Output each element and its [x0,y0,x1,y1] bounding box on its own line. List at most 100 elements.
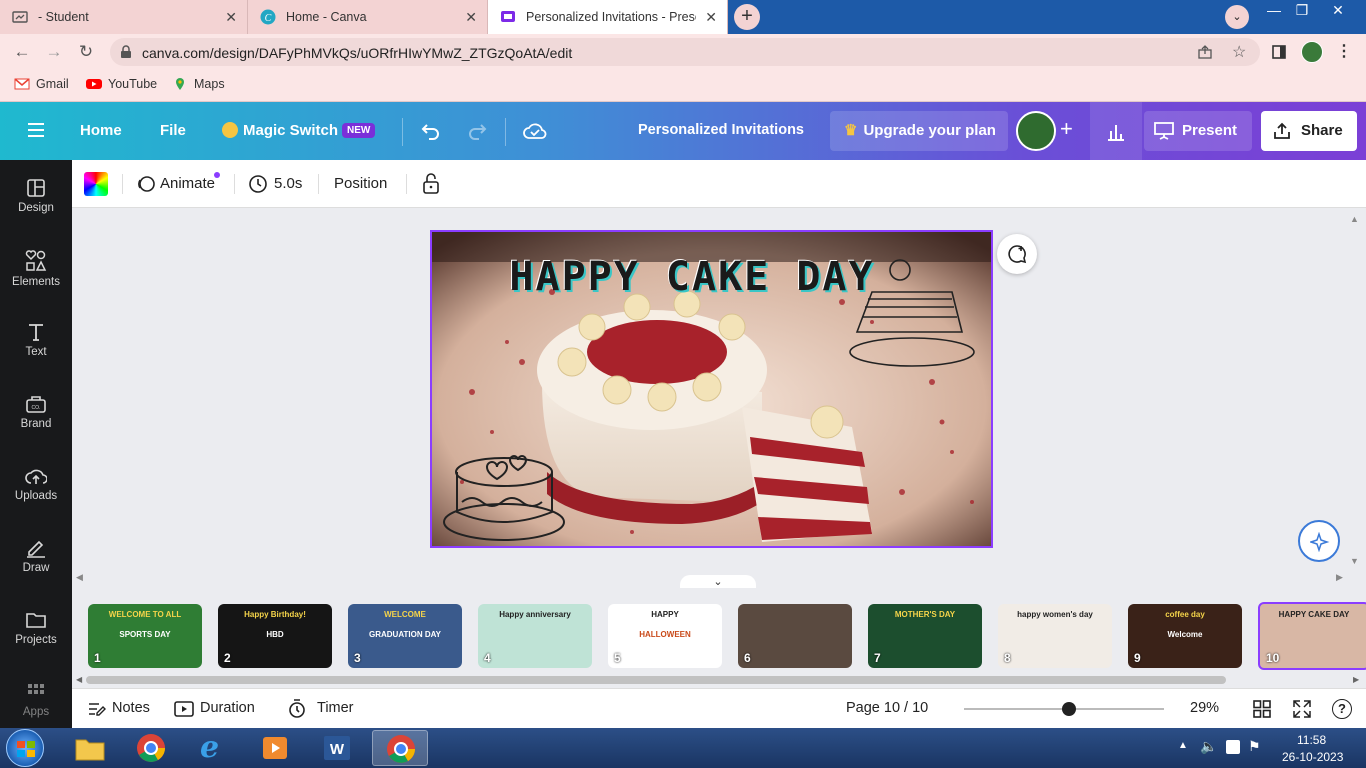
word-taskbar[interactable]: W [310,730,366,766]
reload-icon[interactable]: ↻ [76,42,96,62]
add-comment-button[interactable] [997,234,1037,274]
thumbnail-title: Happy Birthday! [244,610,306,619]
sidebar-item-uploads[interactable]: Uploads [0,466,72,526]
insights-button[interactable] [1090,102,1142,160]
show-hidden-icons-arrow-icon[interactable]: ▲ [1178,740,1188,751]
sidebar-item-design[interactable]: Design [0,178,72,238]
timer-button[interactable]: Timer [317,700,354,716]
grid-view-icon[interactable] [1253,700,1271,718]
page-thumbnail[interactable]: Happy anniversary 4 [478,604,592,668]
restore-icon[interactable]: ❐ [1290,2,1314,20]
duration-button[interactable]: 5.0s [274,175,302,192]
tab-search-chevron-icon[interactable]: ⌄ [1225,5,1249,29]
page-thumbnail[interactable]: MOTHER'S DAY 7 [868,604,982,668]
action-center-flag-icon[interactable]: ⚑ [1248,738,1261,755]
scroll-up-arrow-icon[interactable]: ▲ [1350,214,1359,224]
volume-icon[interactable]: 🔈 [1200,738,1217,755]
browser-menu-icon[interactable]: ⋮ [1336,41,1352,61]
address-bar[interactable]: canva.com/design/DAFyPhMVkQs/uORfrHIwYMw… [110,38,1260,66]
headline-text[interactable]: HAPPY CAKE DAY [432,254,952,300]
cloud-saved-icon[interactable] [523,121,547,141]
page-thumbnail[interactable]: Happy Birthday! HBD 2 [218,604,332,668]
zoom-slider-handle[interactable] [1062,702,1077,716]
internet-explorer-taskbar[interactable]: e [186,730,242,766]
network-icon[interactable] [1226,740,1240,754]
redo-icon[interactable] [467,122,487,140]
page-thumbnail[interactable]: happy women's day 8 [998,604,1112,668]
chrome-active-taskbar[interactable] [372,730,428,766]
help-icon[interactable]: ? [1332,699,1352,719]
file-explorer-taskbar[interactable] [62,730,118,766]
home-button[interactable]: Home [80,122,122,139]
share-page-icon[interactable] [1198,45,1212,59]
tab-personalized-invitations[interactable]: Personalized Invitations - Present ✕ [488,0,728,34]
unlock-icon[interactable] [422,173,440,195]
user-avatar[interactable] [1016,111,1056,151]
magic-switch-button[interactable]: Magic Switch [243,122,338,139]
profile-avatar[interactable] [1301,41,1323,63]
duration-button[interactable]: Duration [200,700,255,716]
scroll-right-arrow-icon[interactable]: ▶ [1353,675,1359,684]
add-collaborator-plus-icon[interactable]: + [1060,116,1073,142]
menu-hamburger-icon[interactable] [27,122,45,138]
internet-explorer-icon: e [200,730,220,765]
scroll-right-arrow-icon[interactable]: ▶ [1336,572,1343,583]
sidebar-item-brand[interactable]: CO. Brand [0,394,72,454]
tab-home-canva[interactable]: C Home - Canva ✕ [248,0,488,34]
color-picker-swatch[interactable] [84,172,108,196]
zoom-level[interactable]: 29% [1190,700,1219,716]
sidebar-item-draw[interactable]: Draw [0,538,72,598]
media-player-taskbar[interactable] [248,730,304,766]
upgrade-plan-button[interactable]: ♛ Upgrade your plan [830,111,1008,151]
tab-student[interactable]: - Student ✕ [0,0,248,34]
notes-button[interactable]: Notes [112,700,150,716]
bookmark-maps[interactable]: Maps [172,77,225,91]
bookmark-star-icon[interactable]: ☆ [1232,42,1246,62]
page-thumbnail[interactable]: HAPPY CAKE DAY 10 [1258,602,1366,670]
fullscreen-icon[interactable] [1293,700,1311,718]
new-tab-button[interactable]: + [734,4,760,30]
page-thumbnail[interactable]: 6 [738,604,852,668]
back-icon[interactable]: ← [12,42,32,62]
scroll-left-arrow-icon[interactable]: ◀ [76,675,82,684]
animate-button[interactable]: Animate [160,175,215,192]
clock-time[interactable]: 11:58 [1297,733,1326,747]
classroom-icon [12,11,28,23]
sidebar-item-elements[interactable]: Elements [0,250,72,310]
duration-play-icon [174,701,194,717]
forward-icon[interactable]: → [44,42,64,62]
close-window-icon[interactable]: ✕ [1326,2,1350,20]
bookmark-gmail[interactable]: Gmail [14,77,69,91]
side-panel-icon[interactable] [1272,45,1286,59]
page-thumbnail[interactable]: WELCOME TO ALL SPORTS DAY 1 [88,604,202,668]
gmail-icon [14,78,30,90]
page-thumbnail[interactable]: WELCOME GRADUATION DAY 3 [348,604,462,668]
clock-date[interactable]: 26-10-2023 [1282,750,1343,764]
undo-icon[interactable] [421,122,441,140]
sidebar-item-label: Design [18,202,54,214]
tab-title: Home - Canva [286,10,367,24]
bookmark-youtube[interactable]: YouTube [86,77,157,91]
design-page[interactable]: HAPPY CAKE DAY [430,230,993,548]
design-title[interactable]: Personalized Invitations [638,122,804,138]
present-button[interactable]: Present [1144,111,1252,151]
file-menu-button[interactable]: File [160,122,186,139]
minimize-icon[interactable]: — [1262,2,1286,20]
close-tab-icon[interactable]: ✕ [465,9,477,26]
sidebar-item-projects[interactable]: Projects [0,610,72,670]
close-tab-icon[interactable]: ✕ [225,9,237,26]
page-indicator[interactable]: Page 10 / 10 [846,700,928,716]
scroll-left-arrow-icon[interactable]: ◀ [76,572,83,583]
start-button[interactable] [6,729,44,767]
position-button[interactable]: Position [334,175,387,192]
page-thumbnail[interactable]: coffee day Welcome 9 [1128,604,1242,668]
share-button[interactable]: Share [1261,111,1357,151]
chrome-taskbar[interactable] [124,730,180,766]
close-tab-icon[interactable]: ✕ [705,9,717,26]
magic-assistant-button[interactable] [1298,520,1340,562]
page-thumbnail[interactable]: HAPPY HALLOWEEN 5 [608,604,722,668]
scroll-down-arrow-icon[interactable]: ▼ [1350,556,1359,566]
collapse-pages-chevron-icon[interactable]: ⌄ [680,575,756,589]
sidebar-item-text[interactable]: Text [0,322,72,382]
horizontal-scrollbar[interactable] [86,676,1226,684]
